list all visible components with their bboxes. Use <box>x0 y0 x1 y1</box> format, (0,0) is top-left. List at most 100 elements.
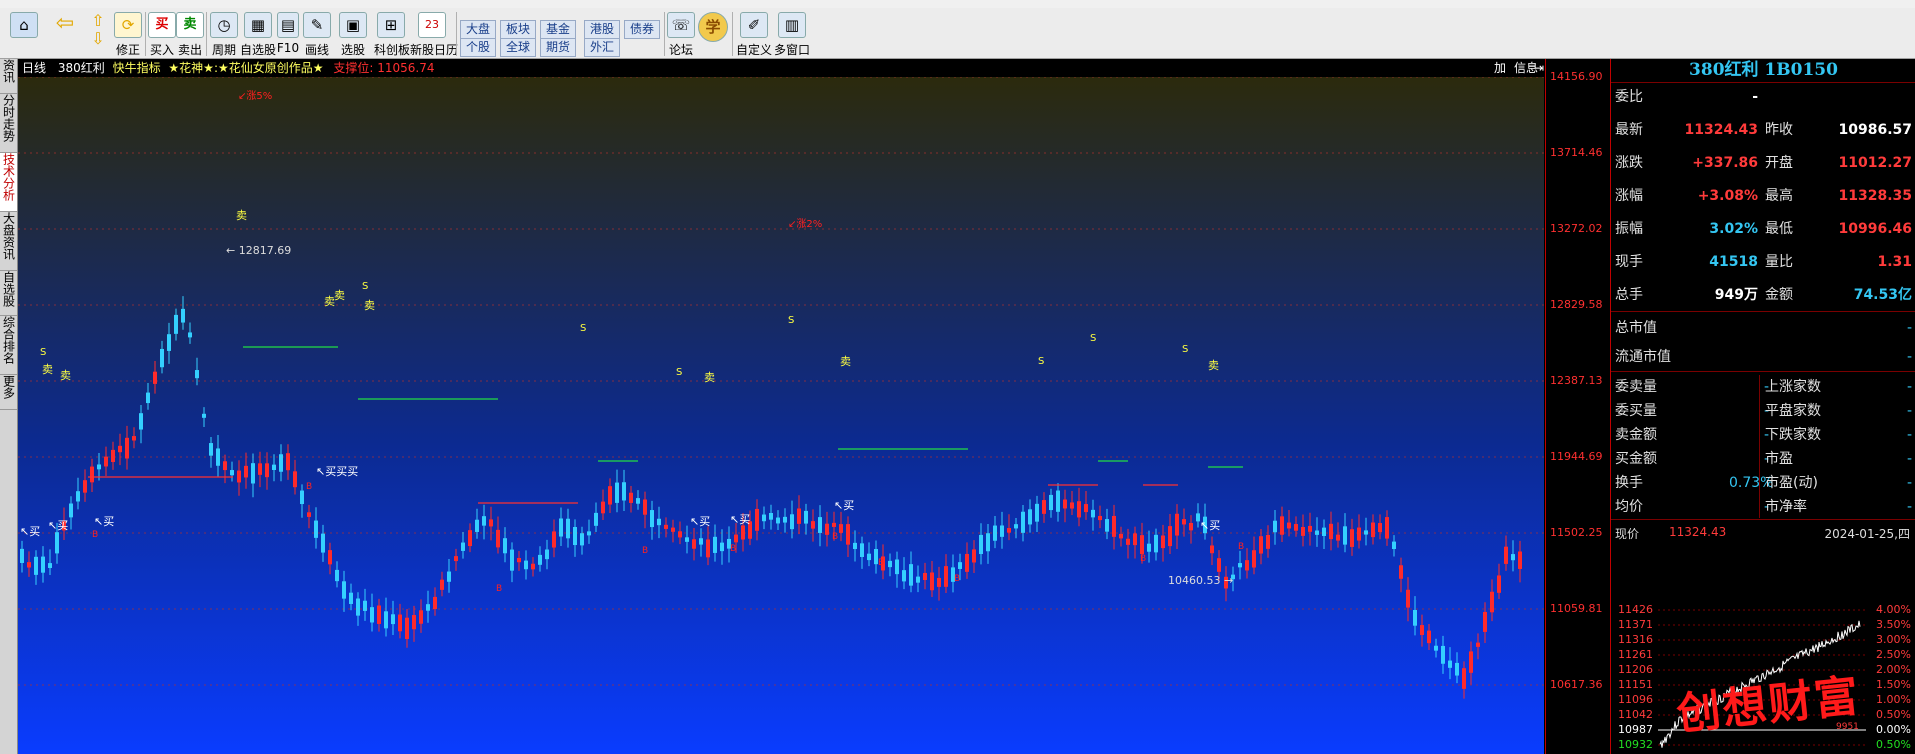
candle-body <box>685 537 689 542</box>
b-signal: B <box>1238 542 1244 552</box>
multi-window-button[interactable]: ▥ 多窗口 <box>774 10 810 57</box>
star-board-button[interactable]: ⊞ 科创板 <box>374 10 410 57</box>
expand-icon[interactable]: ⇥ <box>1534 59 1544 77</box>
candle-body <box>1028 509 1032 525</box>
candle-body <box>1350 529 1354 547</box>
candle-body <box>608 486 612 505</box>
candle-body <box>1091 509 1095 518</box>
updown-button[interactable]: ⇧ ⇩ <box>86 10 110 56</box>
mini-right-tick: 3.00% <box>1876 633 1911 646</box>
market-fund-button[interactable]: 基金 <box>540 20 577 39</box>
buy-button[interactable]: 买 买入 <box>148 10 176 57</box>
tab-more[interactable]: 更多 <box>0 375 17 410</box>
fix-button[interactable]: ⟳ 修正 <box>114 10 142 57</box>
intraday-mini-chart[interactable]: 11426 11371 11316 11261 11206 11151 1109… <box>1610 603 1915 754</box>
draw-line-button[interactable]: ✎ 画线 <box>302 10 332 57</box>
add-button[interactable]: 加 <box>1494 59 1506 77</box>
candle-body <box>566 518 570 539</box>
market-bond-button[interactable]: 债券 <box>624 20 661 39</box>
candle-body <box>1413 609 1417 626</box>
sell-signal: 卖 <box>60 369 71 382</box>
market-sector-button[interactable]: 板块 <box>500 20 537 39</box>
market-index-button[interactable]: 大盘 <box>460 20 497 39</box>
market-hk-button[interactable]: 港股 <box>584 20 621 39</box>
candle-body <box>860 543 864 558</box>
tab-market-news[interactable]: 大盘资讯 <box>0 212 17 271</box>
tab-ranking[interactable]: 综合排名 <box>0 316 17 375</box>
period-button[interactable]: ◷ 周期 <box>208 10 240 57</box>
watchlist-button[interactable]: ▦ 自选股 <box>240 10 276 57</box>
mini-date: 2024-01-25,四 <box>1824 527 1910 541</box>
candle-body <box>272 464 276 470</box>
market-global-button[interactable]: 全球 <box>500 38 537 57</box>
candle-body <box>174 314 178 334</box>
quote-row: 振幅 3.02% 最低 10996.46 <box>1611 216 1915 243</box>
candle-body <box>83 480 87 493</box>
mcap-value: - <box>1906 320 1912 336</box>
candle-body <box>1126 538 1130 545</box>
candle-body <box>657 518 661 526</box>
stock-picker-button[interactable]: ▣ 选股 <box>336 10 370 57</box>
market-stock-button[interactable]: 个股 <box>460 38 497 57</box>
candle-body <box>342 581 346 599</box>
candle-body <box>412 615 416 630</box>
candle-body <box>832 522 836 527</box>
candle-body <box>734 534 738 543</box>
candle-body <box>405 617 409 640</box>
customize-button[interactable]: ✐ 自定义 <box>736 10 772 57</box>
tab-news[interactable]: 资讯 <box>0 59 17 94</box>
candle-body <box>482 516 486 526</box>
buy-signal: ↖买 <box>94 515 114 528</box>
quote-key: 昨收 <box>1765 122 1793 138</box>
candle-body <box>447 571 451 582</box>
candle-body <box>265 463 269 478</box>
candle-body <box>979 534 983 555</box>
forum-button[interactable]: ☏ 论坛 <box>666 10 696 57</box>
forum-icon: ☏ <box>667 12 695 38</box>
pen-icon: ✎ <box>303 12 331 38</box>
candle-body <box>34 556 38 575</box>
candle-body <box>440 579 444 590</box>
tab-intraday[interactable]: 分时走势 <box>0 94 17 153</box>
tab-watchlist[interactable]: 自选股 <box>0 271 17 316</box>
market-futures-button[interactable]: 期货 <box>540 38 577 57</box>
candle-body <box>965 553 969 572</box>
candle-body <box>1084 504 1088 513</box>
candle-body <box>426 604 430 611</box>
quote-value: 41518 <box>1709 254 1758 270</box>
home-button[interactable]: ⌂ <box>4 10 44 56</box>
candle-body <box>181 308 185 323</box>
mcap-key: 总市值 <box>1615 320 1657 336</box>
candle-body <box>650 510 654 528</box>
candle-body <box>1511 554 1515 561</box>
price-tick: 11944.69 <box>1550 450 1603 463</box>
f10-button[interactable]: ▤ F10 <box>276 10 300 56</box>
sell-button[interactable]: 卖 卖出 <box>176 10 204 57</box>
candle-body <box>678 531 682 538</box>
mini-left-tick: 11206 <box>1618 663 1653 676</box>
candle-body <box>1000 525 1004 537</box>
mini-left-tick: 11261 <box>1618 648 1653 661</box>
ipo-calendar-button[interactable]: 23 新股日历 <box>410 10 458 57</box>
kline-chart[interactable]: ← 12817.6910460.53 →↙涨5%↙涨2%卖卖 卖卖卖卖卖卖 卖SSS… <box>18 59 1544 754</box>
candle-body <box>1119 533 1123 539</box>
sell-icon: 卖 <box>176 12 204 38</box>
price-tick: 13272.02 <box>1550 222 1603 235</box>
quote-value: 949万 <box>1714 287 1758 303</box>
candle-body <box>1357 527 1361 541</box>
quote-value: 10986.57 <box>1838 122 1912 138</box>
candle-body <box>1280 516 1284 535</box>
candle-body <box>517 557 521 563</box>
indicator-name[interactable]: 快牛指标 <box>113 61 161 75</box>
kline-chart-area[interactable]: ← 12817.69 10460.53 → ↙涨5% ↙涨2% 卖卖卖卖卖卖卖卖卖 S S S… <box>18 59 1544 754</box>
mini-right-tick: 0.00% <box>1876 723 1911 736</box>
buy-signal: ↖买 <box>20 525 40 538</box>
market-forex-button[interactable]: 外汇 <box>584 38 621 57</box>
candle-body <box>1217 558 1221 572</box>
buy-signal: ↖买 <box>690 515 710 528</box>
quote-key: 量比 <box>1765 254 1793 270</box>
tab-technical[interactable]: 技术分析 <box>0 153 17 212</box>
back-button[interactable]: ⇦ <box>50 10 80 56</box>
learn-button[interactable]: 学 <box>698 10 728 56</box>
candle-body <box>503 538 507 554</box>
